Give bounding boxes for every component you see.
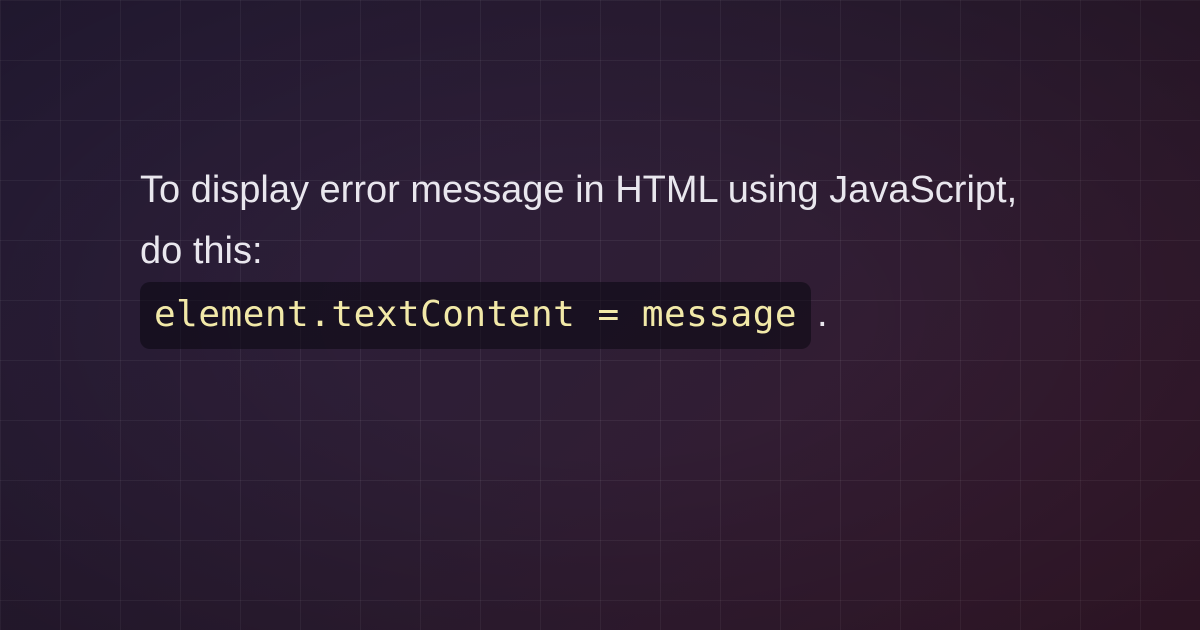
intro-text: To display error message in HTML using J…	[140, 169, 1017, 272]
trailing-period: .	[817, 293, 828, 335]
code-snippet: element.textContent = message	[140, 282, 811, 350]
main-content: To display error message in HTML using J…	[0, 0, 1200, 349]
